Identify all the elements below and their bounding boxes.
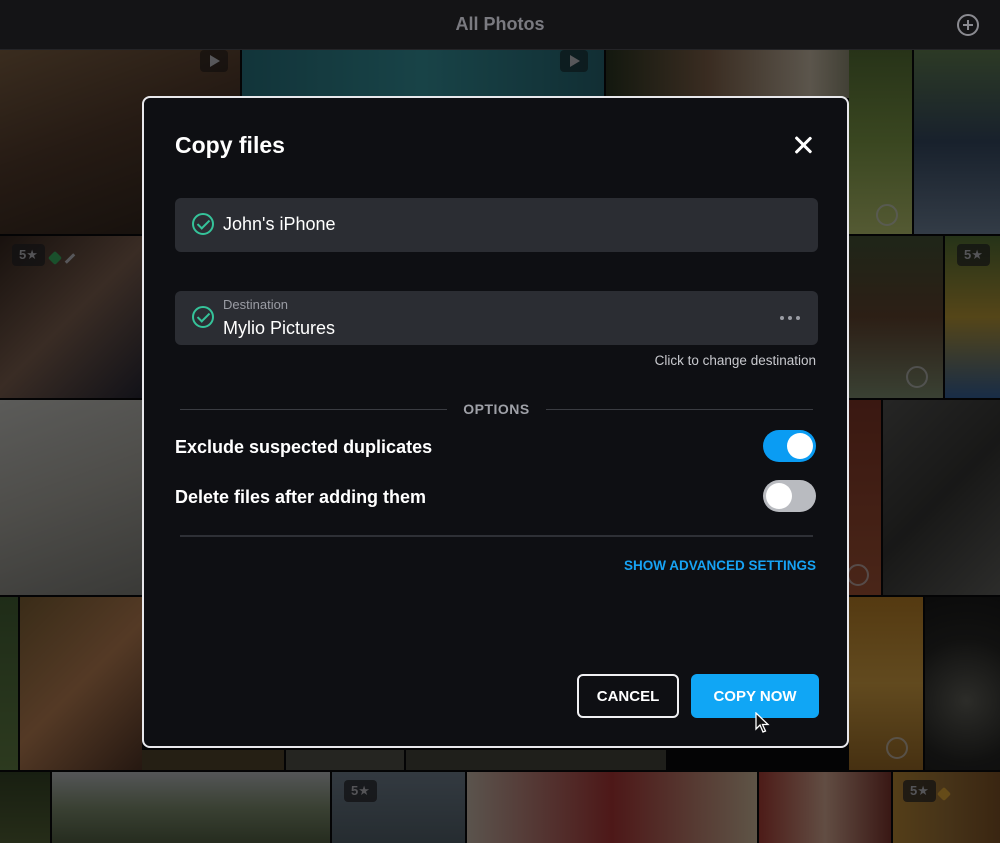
delete-after-adding-toggle[interactable] — [763, 480, 816, 512]
exclude-duplicates-toggle[interactable] — [763, 430, 816, 462]
options-section-header: OPTIONS — [180, 400, 813, 420]
destination-label: Destination — [223, 297, 289, 312]
top-bar: All Photos — [0, 0, 1000, 50]
exclude-duplicates-label: Exclude suspected duplicates — [175, 437, 433, 457]
source-field: John's iPhone — [175, 198, 818, 252]
check-circle-icon — [192, 213, 214, 235]
dialog-title: Copy files — [175, 132, 285, 158]
close-icon[interactable] — [793, 135, 813, 155]
show-advanced-settings-link[interactable]: SHOW ADVANCED SETTINGS — [624, 558, 816, 573]
toggle-knob — [787, 433, 813, 459]
app-window: All Photos 5★ 5★ — [0, 0, 1000, 843]
divider — [180, 535, 813, 537]
add-icon[interactable] — [957, 14, 979, 36]
destination-field[interactable]: Destination Mylio Pictures — [175, 291, 818, 345]
check-circle-icon — [192, 306, 214, 328]
destination-value: Mylio Pictures — [223, 318, 336, 338]
page-title: All Photos — [455, 14, 545, 34]
mouse-cursor-icon — [755, 712, 770, 733]
cancel-button[interactable]: CANCEL — [577, 674, 679, 718]
toggle-knob — [766, 483, 792, 509]
change-destination-hint[interactable]: Click to change destination — [655, 353, 816, 368]
source-device-name: John's iPhone — [223, 214, 336, 234]
more-options-icon[interactable] — [780, 316, 800, 320]
copy-files-dialog: Copy files John's iPhone Destination Myl… — [142, 96, 849, 748]
delete-after-adding-label: Delete files after adding them — [175, 487, 427, 507]
